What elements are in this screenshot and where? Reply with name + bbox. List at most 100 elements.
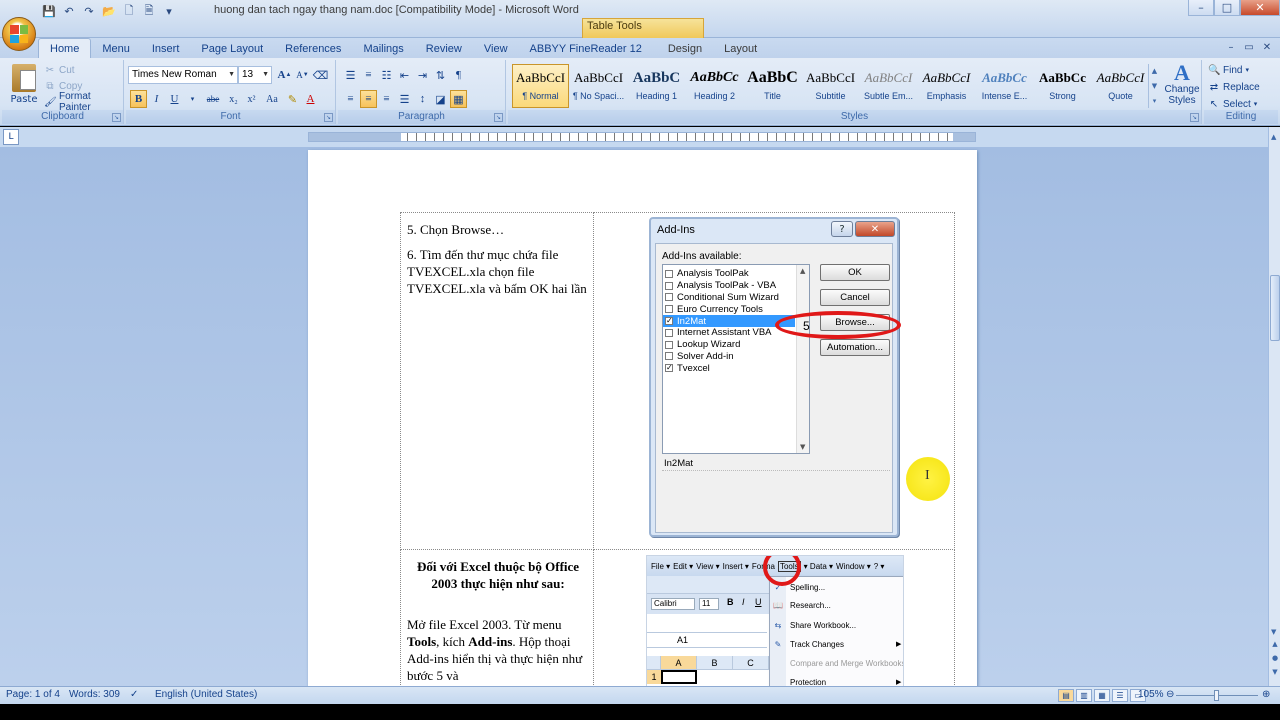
subscript-button[interactable]: x₂ <box>225 90 242 108</box>
tab-layout[interactable]: Layout <box>713 40 768 58</box>
full-screen-reading-icon[interactable]: ▥ <box>1076 689 1092 702</box>
style-strong[interactable]: AaBbCc Strong <box>1034 64 1091 108</box>
paragraph-launcher-icon[interactable]: ↘ <box>494 113 503 122</box>
table-cell-r2c1[interactable]: Đối với Excel thuộc bộ Office 2003 thực … <box>400 549 594 686</box>
web-layout-icon[interactable]: ▦ <box>1094 689 1110 702</box>
superscript-button[interactable]: x² <box>243 90 260 108</box>
justify-icon[interactable]: ☰ <box>396 90 413 108</box>
maximize-button[interactable]: □ <box>1214 0 1240 16</box>
chevron-down-icon[interactable]: ▼ <box>1271 628 1276 636</box>
undo-icon[interactable]: ↶ <box>60 3 78 19</box>
highlight-icon[interactable]: ✎ <box>284 90 301 108</box>
tab-view[interactable]: View <box>473 40 519 58</box>
align-right-icon[interactable]: ≡ <box>378 90 395 108</box>
style-heading-1[interactable]: AaBbC Heading 1 <box>628 64 685 108</box>
open-icon[interactable]: 📂 <box>100 3 118 19</box>
shrink-font-button[interactable]: A ▼ <box>294 66 311 84</box>
numbering-icon[interactable]: ≡ <box>360 66 377 84</box>
underline-options-icon[interactable]: ▾ <box>184 90 201 108</box>
styles-gallery-scroll[interactable]: ▲ ▼ ▾ <box>1148 64 1160 108</box>
style-subtitle[interactable]: AaBbCcI Subtitle <box>802 64 859 108</box>
horizontal-ruler[interactable] <box>308 132 976 142</box>
align-left-icon[interactable]: ≡ <box>342 90 359 108</box>
align-center-icon[interactable]: ≡ <box>360 90 377 108</box>
style-title[interactable]: AaBbC Title <box>744 64 801 108</box>
ribbon-close-icon[interactable]: ✕ <box>1260 40 1274 54</box>
print-preview-icon[interactable]: 🗎 <box>140 3 158 19</box>
tab-references[interactable]: References <box>274 40 352 58</box>
style-emphasis[interactable]: AaBbCcI Emphasis <box>918 64 975 108</box>
customize-qat-icon[interactable]: ▾ <box>160 3 178 19</box>
chevron-up-icon[interactable]: ▲ <box>1152 67 1157 75</box>
redo-icon[interactable]: ↷ <box>80 3 98 19</box>
scrollbar-thumb[interactable] <box>1270 275 1280 341</box>
clear-formatting-button[interactable]: ⌫ <box>312 66 329 84</box>
previous-page-icon[interactable]: ▲ <box>1270 640 1280 652</box>
replace-button[interactable]: ⇄ Replace <box>1208 79 1260 95</box>
zoom-out-icon[interactable]: ⊖ <box>1166 689 1174 700</box>
zoom-slider-thumb[interactable] <box>1214 690 1219 701</box>
clipboard-launcher-icon[interactable]: ↘ <box>112 113 121 122</box>
tab-mailings[interactable]: Mailings <box>352 40 414 58</box>
document-page[interactable]: 5. Chọn Browse… 6. Tìm đến thư mục chứa … <box>308 150 977 686</box>
tab-abbyy[interactable]: ABBYY FineReader 12 <box>519 40 653 58</box>
print-layout-icon[interactable]: ▤ <box>1058 689 1074 702</box>
decrease-indent-icon[interactable]: ⇤ <box>396 66 413 84</box>
tab-home[interactable]: Home <box>38 38 92 58</box>
zoom-level[interactable]: 105% <box>1138 689 1164 700</box>
vertical-scrollbar[interactable]: ▲ ▼ ▲ ● ▼ <box>1268 127 1280 686</box>
style-heading-2[interactable]: AaBbCc Heading 2 <box>686 64 743 108</box>
bullets-icon[interactable]: ☰ <box>342 66 359 84</box>
borders-icon[interactable]: ▦ <box>450 90 467 108</box>
minimize-button[interactable]: – <box>1188 0 1214 16</box>
tab-selector-button[interactable]: L <box>3 129 19 145</box>
save-icon[interactable]: 💾 <box>40 3 58 19</box>
sort-icon[interactable]: ⇅ <box>432 66 449 84</box>
change-styles-button[interactable]: A Change Styles <box>1162 62 1202 110</box>
chevron-up-icon[interactable]: ▲ <box>1271 133 1276 141</box>
language-indicator[interactable]: English (United States) <box>155 689 257 700</box>
underline-button[interactable]: U <box>166 90 183 108</box>
close-button[interactable]: ✕ <box>1240 0 1280 16</box>
table-cell-r1c1[interactable]: 5. Chọn Browse… 6. Tìm đến thư mục chứa … <box>400 212 594 550</box>
more-styles-icon[interactable]: ▾ <box>1153 97 1157 105</box>
style-normal[interactable]: AaBbCcI ¶ Normal <box>512 64 569 108</box>
styles-launcher-icon[interactable]: ↘ <box>1190 113 1199 122</box>
strikethrough-button[interactable]: abe <box>202 90 224 108</box>
chevron-down-icon[interactable]: ▼ <box>1152 82 1157 90</box>
multilevel-list-icon[interactable]: ☷ <box>378 66 395 84</box>
ribbon-restore-icon[interactable]: ▭ <box>1242 40 1256 54</box>
increase-indent-icon[interactable]: ⇥ <box>414 66 431 84</box>
office-button[interactable] <box>2 17 36 51</box>
grow-font-button[interactable]: A ▲ <box>276 66 293 84</box>
font-size-select[interactable]: 13 ▼ <box>238 66 272 84</box>
zoom-in-icon[interactable]: ⊕ <box>1262 689 1270 700</box>
change-case-button[interactable]: Aa <box>261 90 283 108</box>
tab-menu[interactable]: Menu <box>91 40 141 58</box>
proofing-icon[interactable]: ✓ <box>130 689 138 700</box>
find-button[interactable]: 🔍 Find ▾ <box>1208 62 1249 78</box>
page-count[interactable]: Page: 1 of 4 <box>6 689 60 700</box>
cut-button[interactable]: ✂ Cut <box>44 62 75 78</box>
style-no-spacing[interactable]: AaBbCcI ¶ No Spaci... <box>570 64 627 108</box>
tab-design[interactable]: Design <box>657 40 713 58</box>
tab-page-layout[interactable]: Page Layout <box>190 40 274 58</box>
style-subtle-emphasis[interactable]: AaBbCcI Subtle Em... <box>860 64 917 108</box>
line-spacing-icon[interactable]: ↕ <box>414 90 431 108</box>
style-quote[interactable]: AaBbCcI Quote <box>1092 64 1149 108</box>
paste-button[interactable]: Paste <box>6 62 42 108</box>
new-doc-icon[interactable]: 🗋 <box>120 3 138 19</box>
font-launcher-icon[interactable]: ↘ <box>324 113 333 122</box>
tab-review[interactable]: Review <box>415 40 473 58</box>
style-intense-emphasis[interactable]: AaBbCc Intense E... <box>976 64 1033 108</box>
pilcrow-icon[interactable]: ¶ <box>450 66 467 84</box>
font-color-icon[interactable]: A <box>302 90 319 108</box>
tab-insert[interactable]: Insert <box>141 40 191 58</box>
next-page-icon[interactable]: ▼ <box>1270 668 1280 680</box>
word-count[interactable]: Words: 309 <box>69 689 120 700</box>
bold-button[interactable]: B <box>130 90 147 108</box>
browse-object-icon[interactable]: ● <box>1270 654 1280 666</box>
ribbon-minimize-icon[interactable]: – <box>1224 40 1238 54</box>
italic-button[interactable]: I <box>148 90 165 108</box>
outline-icon[interactable]: ☰ <box>1112 689 1128 702</box>
